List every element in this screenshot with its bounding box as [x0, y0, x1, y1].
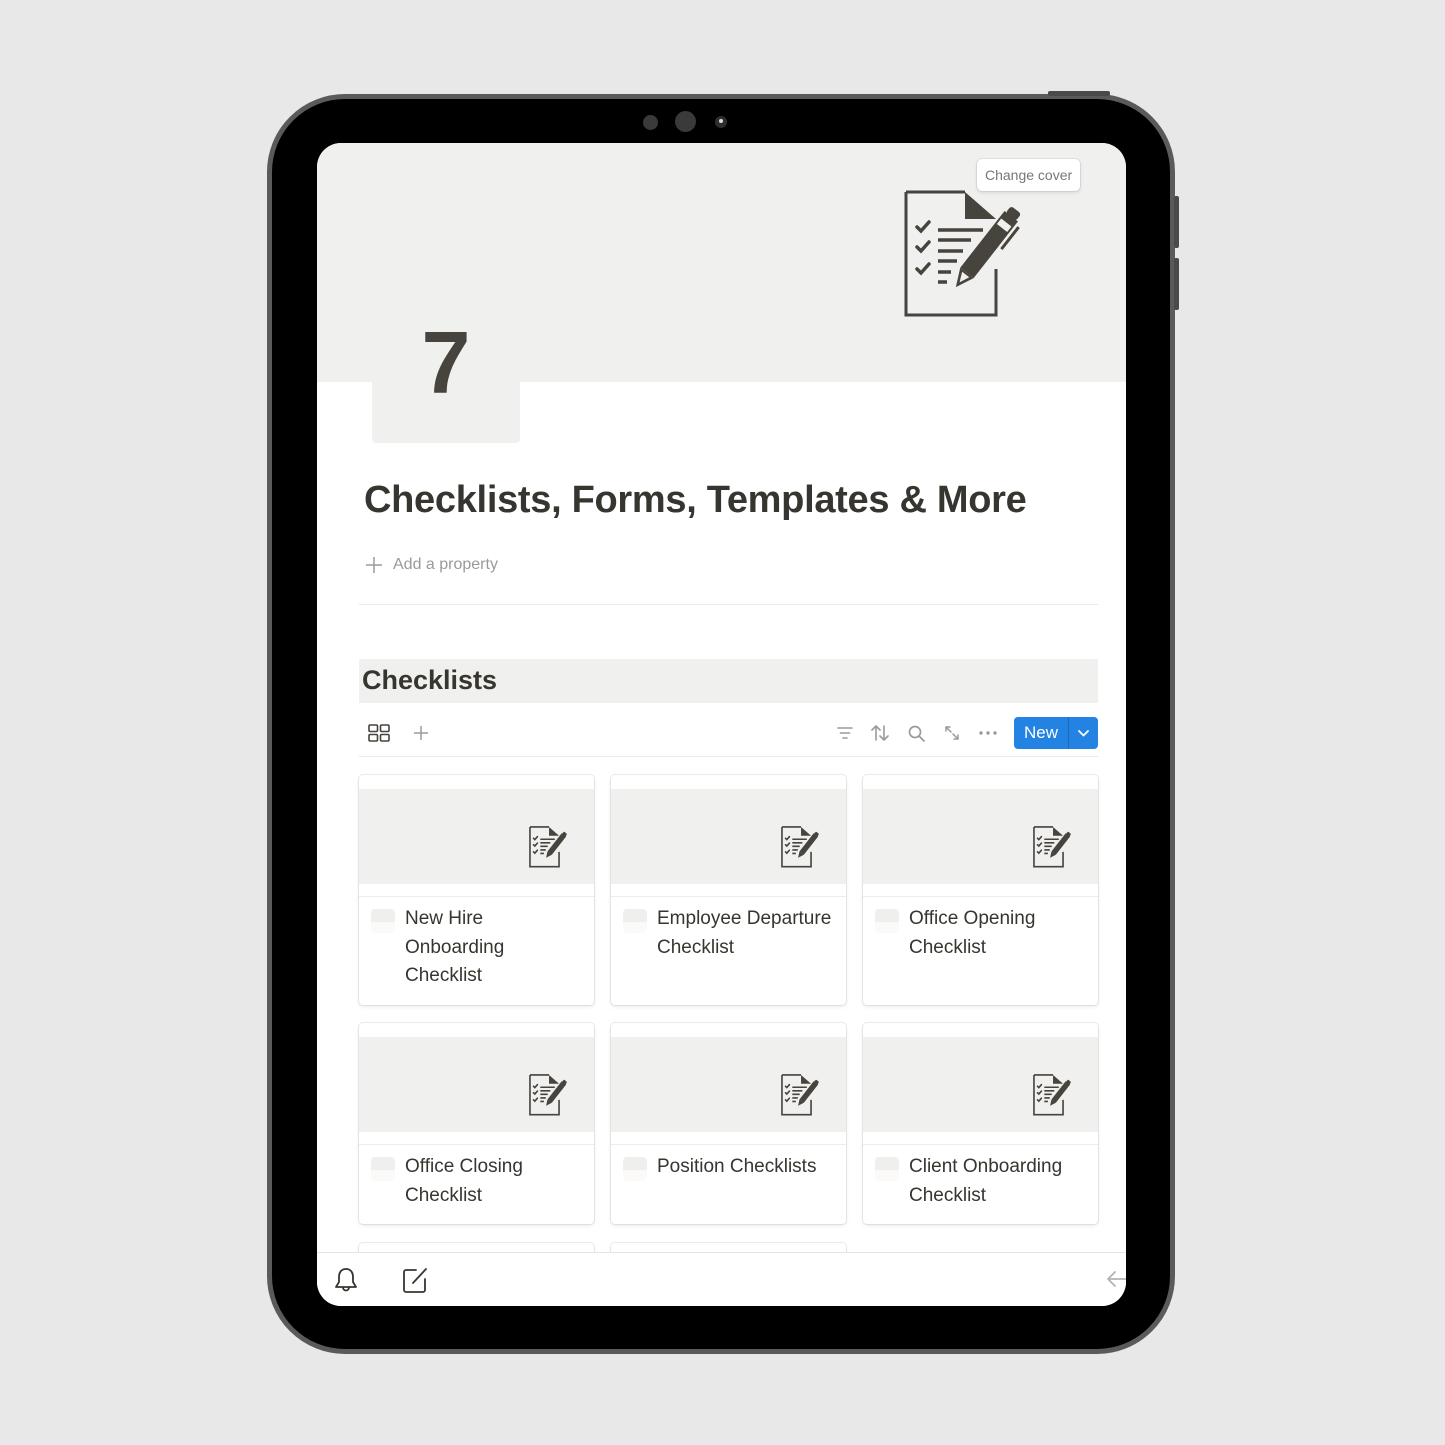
card-body: Office Opening Checklist: [875, 905, 1088, 962]
expand-icon: [945, 726, 959, 740]
gallery-card[interactable]: Client Onboarding Checklist: [863, 1023, 1098, 1224]
card-title: Office Opening Checklist: [909, 908, 1036, 958]
checklist-pencil-icon: [781, 826, 819, 868]
database-title-bar: Checklists: [359, 659, 1098, 703]
card-cover: [611, 789, 846, 884]
checklist-pencil-icon: [781, 1074, 819, 1116]
card-title: Position Checklists: [657, 1156, 817, 1177]
top-button: [1048, 91, 1110, 96]
sort-button[interactable]: [866, 719, 894, 747]
card-title: Employee Departure Checklist: [657, 908, 832, 958]
card-body: Position Checklists: [623, 1153, 836, 1182]
gallery-view-tab[interactable]: [365, 719, 393, 747]
camera-icon: [675, 111, 696, 132]
volume-down-button: [1174, 258, 1179, 310]
database-title[interactable]: Checklists: [362, 665, 497, 696]
sort-icon: [871, 725, 889, 741]
card-body: Office Closing Checklist: [371, 1153, 584, 1210]
database-toolbar: New: [359, 713, 1098, 757]
checklist-pencil-icon: [904, 190, 1021, 317]
page-icon: [371, 1157, 395, 1181]
gallery-card[interactable]: Office Closing Checklist: [359, 1023, 594, 1224]
card-divider: [863, 896, 1098, 897]
volume-up-button: [1174, 196, 1179, 248]
card-cover: [863, 789, 1098, 884]
new-button[interactable]: New: [1014, 717, 1098, 749]
page-icon[interactable]: 7: [372, 313, 520, 443]
card-cover: [611, 1037, 846, 1132]
sensor-icon: [643, 115, 658, 130]
more-icon: [979, 731, 997, 735]
compose-icon[interactable]: [400, 1265, 430, 1295]
search-icon: [908, 725, 925, 742]
checklist-pencil-icon: [529, 1074, 567, 1116]
chevron-down-icon: [1078, 729, 1089, 736]
bottom-bar: [317, 1252, 1126, 1306]
page-icon: [623, 909, 647, 933]
new-button-label: New: [1023, 723, 1058, 742]
card-divider: [611, 896, 846, 897]
card-body: Client Onboarding Checklist: [875, 1153, 1088, 1210]
checklist-pencil-icon: [1033, 1074, 1071, 1116]
card-cover: [359, 789, 594, 884]
page-icon-glyph: 7: [421, 313, 471, 412]
new-dropdown-button[interactable]: [1069, 729, 1098, 737]
change-cover-button[interactable]: Change cover: [977, 159, 1081, 191]
more-button[interactable]: [974, 719, 1002, 747]
page-icon: [623, 1157, 647, 1181]
gallery-card[interactable]: Position Checklists: [611, 1023, 846, 1224]
card-body: New Hire Onboarding Checklist: [371, 905, 584, 991]
bell-icon[interactable]: [331, 1265, 361, 1295]
card-divider: [359, 896, 594, 897]
card-cover: [359, 1037, 594, 1132]
card-divider: [863, 1144, 1098, 1145]
card-title: Office Closing Checklist: [405, 1156, 523, 1206]
add-view-button[interactable]: [407, 719, 435, 747]
page-title[interactable]: Checklists, Forms, Templates & More: [364, 479, 1027, 522]
plus-icon: [414, 726, 428, 740]
page-icon: [371, 909, 395, 933]
page-icon: [875, 909, 899, 933]
card-body: Employee Departure Checklist: [623, 905, 836, 962]
gallery-card[interactable]: Office Opening Checklist: [863, 775, 1098, 1005]
checklist-pencil-icon: [1033, 826, 1071, 868]
filter-button[interactable]: [831, 719, 859, 747]
gallery-card[interactable]: New Hire Onboarding Checklist: [359, 775, 594, 1005]
card-cover: [863, 1037, 1098, 1132]
card-divider: [611, 1144, 846, 1145]
add-property-label: Add a property: [393, 556, 498, 573]
checklist-pencil-icon: [529, 826, 567, 868]
card-title: Client Onboarding Checklist: [909, 1156, 1063, 1206]
divider: [359, 604, 1098, 605]
camera-lens-icon: [715, 116, 727, 128]
card-title: New Hire Onboarding Checklist: [405, 908, 505, 986]
page-icon: [875, 1157, 899, 1181]
screen: Change cover 7 Checklists, Forms, Templa…: [317, 143, 1126, 1306]
filter-icon: [837, 727, 853, 739]
gallery-grid-icon: [368, 724, 390, 742]
back-arrow-icon[interactable]: [1103, 1265, 1126, 1295]
add-property-button[interactable]: Add a property: [365, 551, 498, 579]
card-divider: [359, 1144, 594, 1145]
expand-button[interactable]: [938, 719, 966, 747]
search-button[interactable]: [902, 719, 930, 747]
plus-icon: [366, 557, 382, 573]
gallery-card[interactable]: Employee Departure Checklist: [611, 775, 846, 1005]
